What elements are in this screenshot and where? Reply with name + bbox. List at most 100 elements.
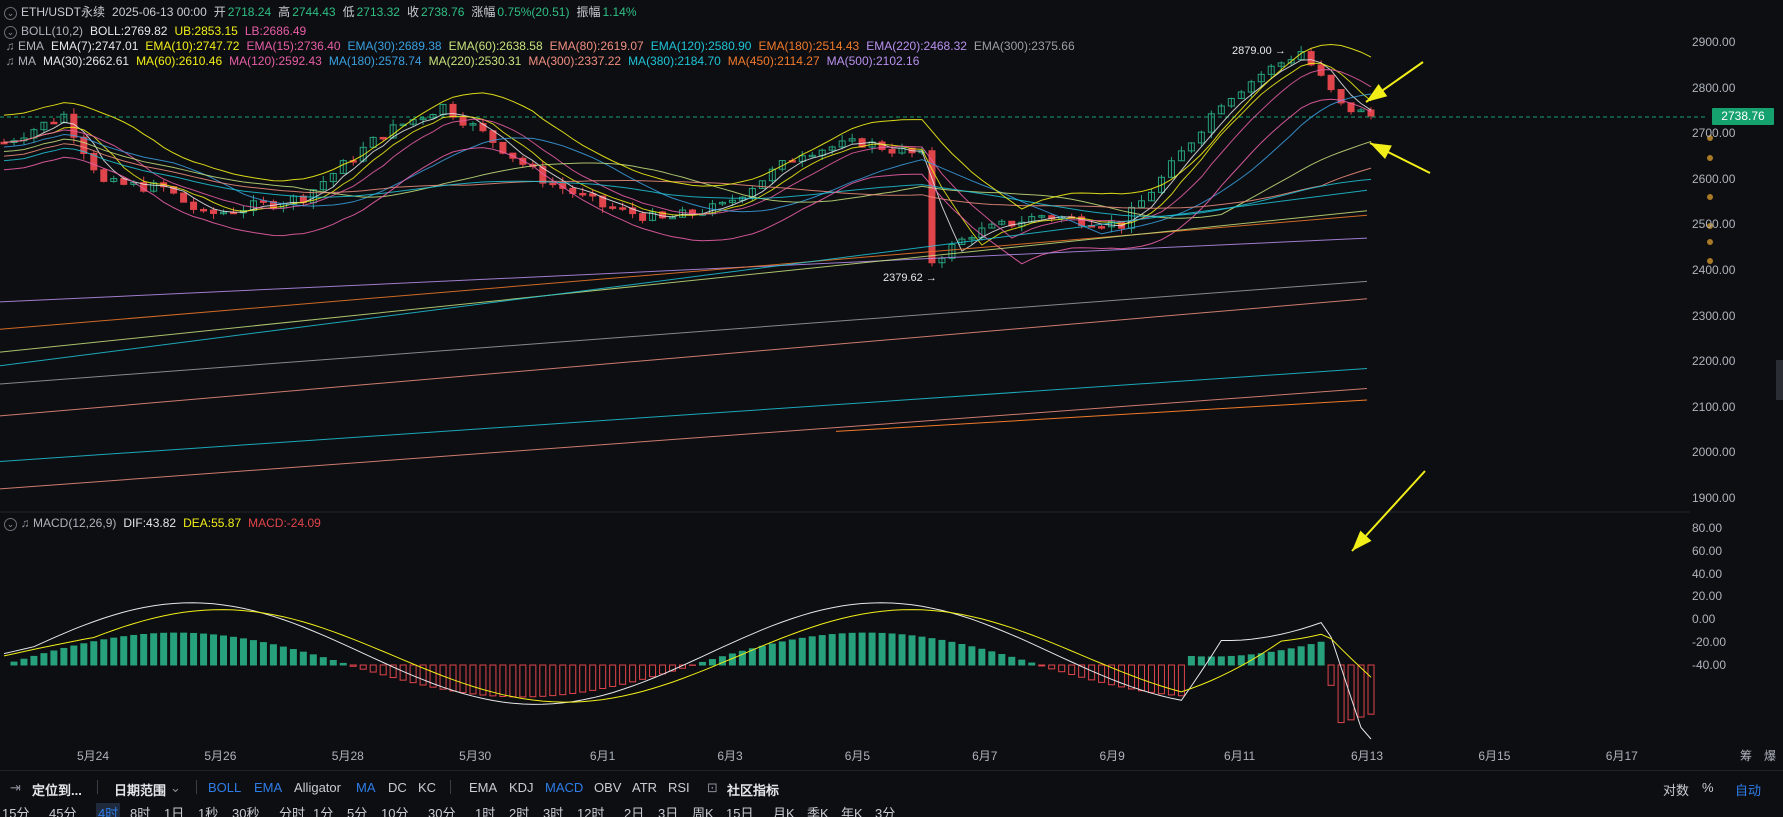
timeframe-15分[interactable]: 15分 <box>2 803 29 817</box>
macd-alert-icon[interactable]: ♫ <box>19 515 31 531</box>
candle-body <box>1098 226 1106 229</box>
main-indicator-dc[interactable]: DC <box>388 780 407 795</box>
change-value: 0.75%(20.51) <box>497 5 570 19</box>
macd-histogram-bar <box>509 664 517 698</box>
sub-indicator-obv[interactable]: OBV <box>594 780 621 795</box>
candle-body <box>180 192 188 203</box>
ma-legend-row: ♫ MA MA(30):2662.61 MA(60):2610.46 MA(120):2… <box>0 53 933 69</box>
macd-histogram-bar <box>90 641 98 666</box>
percent-scale-toggle[interactable]: % <box>1702 780 1714 795</box>
timeframe-月K[interactable]: 月K <box>773 803 795 817</box>
timeframe-30秒[interactable]: 30秒 <box>232 803 259 817</box>
timeframe-2时[interactable]: 2时 <box>509 803 529 817</box>
macd-histogram-bar <box>220 635 228 666</box>
candle-body <box>200 208 208 212</box>
macd-histogram-bar <box>120 636 128 666</box>
timeframe-3时[interactable]: 3时 <box>543 803 563 817</box>
price-axis-label: 2500.00 <box>1692 217 1736 232</box>
timeframe-45分[interactable]: 45分 <box>49 803 76 817</box>
macd-histogram-bar <box>519 664 527 698</box>
macd-histogram-bar <box>70 645 78 666</box>
symbol-name[interactable]: ETH/USDT永续 <box>21 5 105 19</box>
macd-histogram-bar <box>948 641 956 666</box>
main-indicator-boll[interactable]: BOLL <box>208 780 241 795</box>
log-scale-toggle[interactable]: 对数 <box>1663 780 1689 799</box>
macd-axis-label: 40.00 <box>1692 566 1723 581</box>
macd-histogram-bar <box>1128 664 1136 690</box>
boll-mid-value: BOLL:2769.82 <box>90 24 168 38</box>
timeframe-8时[interactable]: 8时 <box>130 803 150 817</box>
ema-value-0: EMA(7):2747.01 <box>51 39 139 53</box>
community-indicator-button[interactable]: 社区指标 <box>727 780 779 799</box>
timeframe-分时[interactable]: 分时 <box>279 803 305 817</box>
timeframe-季K[interactable]: 季K <box>807 803 829 817</box>
timeframe-30分[interactable]: 30分 <box>428 803 455 817</box>
candle-body <box>50 121 58 125</box>
macd-legend-row: ⌄ ♫ MACD(12,26,9) DIF:43.82 DEA:55.87 MACD:-2… <box>0 515 328 531</box>
ema-value-2: EMA(15):2736.40 <box>246 39 341 53</box>
chip-distribution-toggle[interactable]: 筹 <box>1740 747 1752 764</box>
macd-histogram-bar <box>1267 651 1275 666</box>
macd-histogram-bar <box>639 664 647 680</box>
date-range-button[interactable]: 日期范围 <box>114 780 166 799</box>
timeframe-4时[interactable]: 4时 <box>96 803 121 817</box>
long-ma-line <box>0 189 1368 367</box>
macd-histogram-bar <box>539 664 547 697</box>
timeframe-1秒[interactable]: 1秒 <box>198 803 218 817</box>
main-indicator-kc[interactable]: KC <box>418 780 436 795</box>
macd-histogram-bar <box>60 647 68 666</box>
main-indicator-alligator[interactable]: Alligator <box>294 780 341 795</box>
locate-icon[interactable]: ⇥ <box>10 780 21 796</box>
sub-indicator-macd[interactable]: MACD <box>545 780 583 795</box>
ma-name[interactable]: MA <box>18 54 36 68</box>
main-indicator-ema[interactable]: EMA <box>254 780 282 795</box>
sub-indicator-ema[interactable]: EMA <box>469 780 497 795</box>
timeframe-年K[interactable]: 年K <box>841 803 863 817</box>
timeframe-1日[interactable]: 1日 <box>164 803 184 817</box>
macd-axis-label: -40.00 <box>1692 657 1727 672</box>
macd-histogram-bar <box>1277 650 1285 666</box>
ema-name[interactable]: EMA <box>18 39 44 53</box>
ma-alert-icon[interactable]: ♫ <box>4 53 16 69</box>
timeframe-1时[interactable]: 1时 <box>475 803 495 817</box>
macd-histogram-bar <box>818 635 826 666</box>
timeframe-1分[interactable]: 1分 <box>313 803 333 817</box>
ma-value-3: MA(180):2578.74 <box>328 54 422 68</box>
ema-value-1: EMA(10):2747.72 <box>145 39 240 53</box>
timeframe-2日[interactable]: 2日 <box>624 803 644 817</box>
community-indicator-icon[interactable]: ⊡ <box>707 780 718 796</box>
ema-value-6: EMA(120):2580.90 <box>650 39 752 53</box>
collapse-toggle-icon[interactable]: ⌄ <box>4 7 17 20</box>
timeframe-3分[interactable]: 3分 <box>875 803 895 817</box>
macd-histogram-bar <box>529 664 537 698</box>
date-range-chevron-icon[interactable]: ⌄ <box>170 780 181 796</box>
sub-indicator-rsi[interactable]: RSI <box>668 780 690 795</box>
vertical-scrollbar <box>1776 360 1783 400</box>
close-label: 收 <box>406 5 419 19</box>
macd-histogram-bar <box>1197 656 1205 666</box>
locate-button[interactable]: 定位到... <box>32 780 82 799</box>
ema-alert-icon[interactable]: ♫ <box>4 38 16 54</box>
timeframe-10分[interactable]: 10分 <box>381 803 408 817</box>
chart-canvas[interactable] <box>0 0 1783 770</box>
timeframe-12时[interactable]: 12时 <box>577 803 604 817</box>
macd-histogram-bar <box>1237 655 1245 666</box>
timeframe-15日[interactable]: 15日 <box>726 803 753 817</box>
timeframe-3日[interactable]: 3日 <box>658 803 678 817</box>
auto-scale-toggle[interactable]: 自动 <box>1735 780 1761 799</box>
macd-histogram-bar <box>130 634 138 666</box>
sub-indicator-atr[interactable]: ATR <box>632 780 657 795</box>
ema-value-7: EMA(180):2514.43 <box>758 39 860 53</box>
macd-visibility-icon[interactable]: ⌄ <box>4 518 17 531</box>
timeframe-周K[interactable]: 周K <box>692 803 714 817</box>
timeframe-5分[interactable]: 5分 <box>347 803 367 817</box>
time-axis-label: 6月13 <box>1350 749 1384 763</box>
main-indicator-ma[interactable]: MA <box>356 780 376 795</box>
macd-name[interactable]: MACD(12,26,9) <box>33 516 116 530</box>
sub-indicator-kdj[interactable]: KDJ <box>509 780 534 795</box>
liquidation-toggle[interactable]: 爆 <box>1764 747 1776 764</box>
boll-name[interactable]: BOLL(10,2) <box>21 24 83 38</box>
chip-marker-dot <box>1707 194 1713 200</box>
candle-body <box>210 209 218 215</box>
time-axis-label: 6月7 <box>972 749 998 763</box>
